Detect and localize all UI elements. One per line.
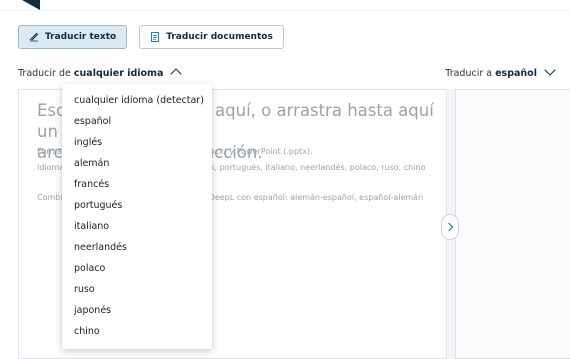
language-option[interactable]: ruso bbox=[62, 279, 212, 300]
language-option[interactable]: francés bbox=[62, 174, 212, 195]
language-option[interactable]: italiano bbox=[62, 216, 212, 237]
language-option[interactable]: japonés bbox=[62, 300, 212, 321]
source-language-selector[interactable]: Traducir de cualquier idioma bbox=[18, 68, 183, 80]
source-language-prefix: Traducir de bbox=[18, 68, 71, 79]
source-language-value: cualquier idioma bbox=[73, 68, 164, 79]
language-option[interactable]: alemán bbox=[62, 153, 212, 174]
tab-translate-documents-label: Traducir documentos bbox=[166, 32, 273, 42]
language-option[interactable]: portugués bbox=[62, 195, 212, 216]
target-language-value: español bbox=[495, 68, 537, 79]
language-option[interactable]: cualquier idioma (detectar) bbox=[62, 90, 212, 111]
tab-translate-documents[interactable]: Traducir documentos bbox=[139, 25, 284, 49]
language-option[interactable]: español bbox=[62, 111, 212, 132]
tab-translate-text-label: Traducir texto bbox=[45, 32, 117, 42]
mode-tabs: Traducir texto Traducir documentos bbox=[18, 25, 284, 49]
source-language-dropdown: cualquier idioma (detectar) español ingl… bbox=[62, 84, 212, 349]
target-text-panel[interactable] bbox=[455, 89, 570, 359]
expand-target-button[interactable] bbox=[441, 214, 459, 240]
deepl-logo-corner bbox=[22, 0, 40, 10]
document-icon bbox=[151, 32, 160, 42]
tab-translate-text[interactable]: Traducir texto bbox=[18, 25, 128, 49]
language-bar: Traducir de cualquier idioma Traducir a … bbox=[18, 64, 570, 84]
header-divider bbox=[0, 10, 570, 11]
chevron-right-icon bbox=[444, 222, 454, 232]
chevron-up-icon bbox=[170, 68, 183, 80]
target-language-selector[interactable]: Traducir a español bbox=[445, 64, 556, 79]
language-option[interactable]: polaco bbox=[62, 258, 212, 279]
language-option[interactable]: chino bbox=[62, 321, 212, 342]
language-option[interactable]: inglés bbox=[62, 132, 212, 153]
target-language-prefix: Traducir a bbox=[445, 68, 493, 79]
chevron-down-icon bbox=[544, 64, 556, 76]
language-option[interactable]: neerlandés bbox=[62, 237, 212, 258]
translate-text-icon bbox=[29, 32, 39, 42]
